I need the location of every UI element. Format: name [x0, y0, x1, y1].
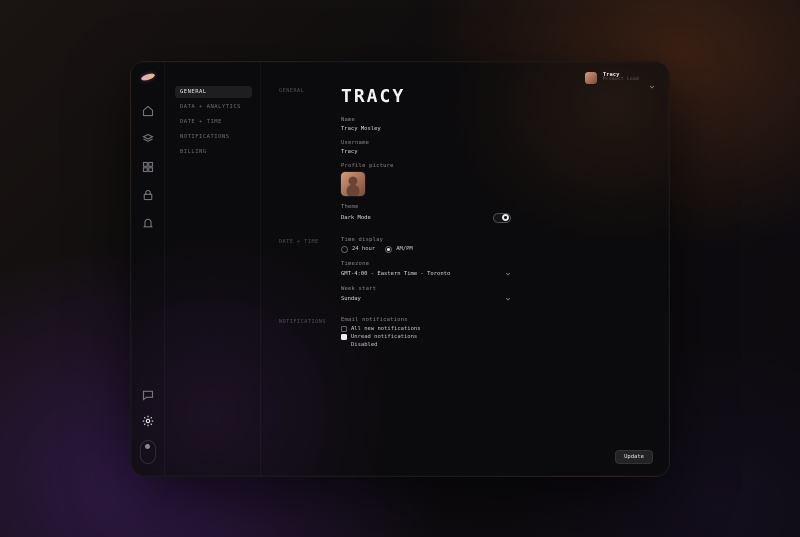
notif-option-all[interactable]: All new notifications	[341, 326, 651, 332]
subnav-item-general[interactable]: General	[175, 86, 252, 98]
radio-ampm[interactable]: AM/PM	[385, 246, 413, 253]
picture-label: Profile picture	[341, 163, 651, 169]
timezone-label: Timezone	[341, 261, 651, 267]
theme-label: Theme	[341, 204, 651, 210]
settings-subnav: General Data + Analytics Date + Time Not…	[165, 62, 261, 476]
email-notif-label: Email notifications	[341, 317, 651, 323]
chevron-down-icon	[505, 296, 511, 302]
user-menu[interactable]: Tracy Product Lead	[585, 72, 655, 84]
main-content: General TRACY Name Tracy Mosley Username…	[261, 62, 669, 476]
profile-picture[interactable]	[341, 172, 365, 196]
page-title: TRACY	[341, 86, 651, 107]
username-value[interactable]: Tracy	[341, 149, 651, 155]
subnav-item-datetime[interactable]: Date + Time	[175, 116, 252, 128]
subnav-item-notifications[interactable]: Notifications	[175, 131, 252, 143]
gear-icon[interactable]	[141, 414, 155, 428]
name-value[interactable]: Tracy Mosley	[341, 126, 651, 132]
username-label: Username	[341, 140, 651, 146]
bell-icon[interactable]	[141, 216, 155, 230]
user-role: Product Lead	[603, 78, 639, 83]
section-label-notifications: Notifications	[279, 319, 341, 325]
avatar	[585, 72, 597, 84]
notif-option-unread[interactable]: Unread notifications	[341, 334, 651, 340]
chat-icon[interactable]	[141, 388, 155, 402]
week-start-label: Week start	[341, 286, 651, 292]
scroll-indicator-icon	[140, 440, 156, 464]
timezone-select[interactable]: GMT-4:00 - Eastern Time - Toronto	[341, 270, 511, 278]
grid-icon[interactable]	[141, 160, 155, 174]
subnav-item-billing[interactable]: Billing	[175, 146, 252, 158]
time-display-label: Time display	[341, 237, 651, 243]
sidebar	[131, 62, 165, 476]
section-label-datetime: Date + Time	[279, 239, 341, 245]
lock-icon[interactable]	[141, 188, 155, 202]
notif-option-disabled[interactable]: Disabled	[341, 342, 651, 348]
layers-icon[interactable]	[141, 132, 155, 146]
radio-24h[interactable]: 24 hour	[341, 246, 375, 253]
chevron-down-icon	[505, 271, 511, 277]
app-window: Tracy Product Lead General Data + Analyt…	[130, 61, 670, 477]
logo-icon	[140, 72, 155, 82]
home-icon[interactable]	[141, 104, 155, 118]
section-label-general: General	[279, 88, 341, 94]
theme-value: Dark Mode	[341, 215, 371, 221]
week-start-select[interactable]: Sunday	[341, 295, 511, 303]
theme-toggle[interactable]	[493, 213, 511, 223]
subnav-item-data[interactable]: Data + Analytics	[175, 101, 252, 113]
update-button[interactable]: Update	[615, 450, 653, 464]
chevron-down-icon	[649, 75, 655, 81]
name-label: Name	[341, 117, 651, 123]
